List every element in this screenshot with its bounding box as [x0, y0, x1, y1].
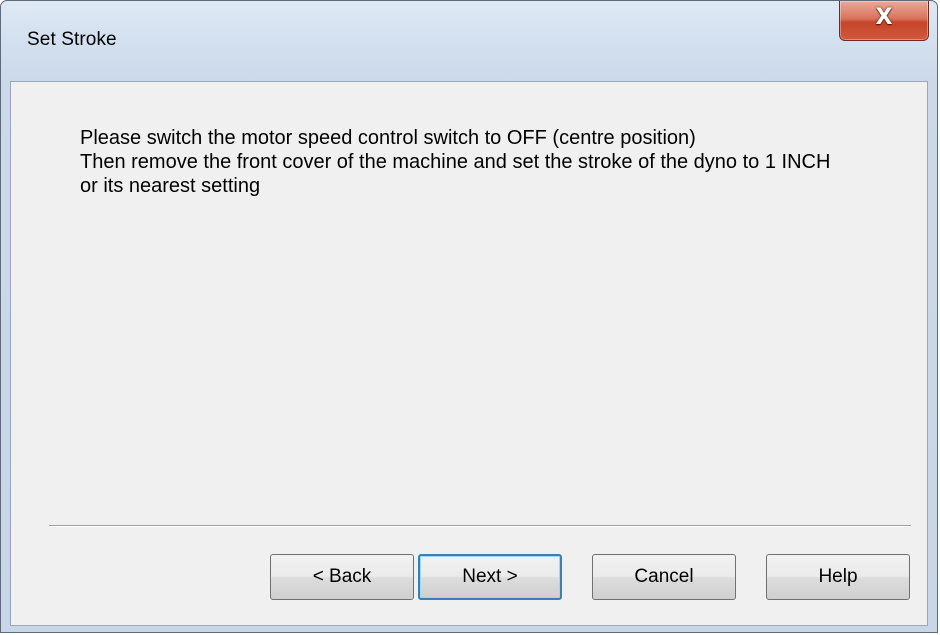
- next-button[interactable]: Next >: [418, 554, 562, 600]
- button-separator: [49, 525, 911, 527]
- cancel-button[interactable]: Cancel: [592, 554, 736, 600]
- dialog-window: Set Stroke X Please switch the motor spe…: [0, 0, 938, 633]
- instruction-line-3: or its nearest setting: [80, 175, 261, 197]
- instruction-line-2: Then remove the front cover of the machi…: [80, 151, 831, 173]
- window-title: Set Stroke: [27, 29, 117, 50]
- help-button[interactable]: Help: [766, 554, 910, 600]
- close-button[interactable]: X: [839, 1, 929, 41]
- back-button[interactable]: < Back: [270, 554, 414, 600]
- instruction-line-1: Please switch the motor speed control sw…: [80, 127, 696, 149]
- instruction-text: Please switch the motor speed control sw…: [80, 126, 910, 198]
- close-icon: X: [875, 5, 893, 30]
- title-bar[interactable]: Set Stroke X: [1, 1, 937, 81]
- dialog-body: Please switch the motor speed control sw…: [10, 81, 928, 626]
